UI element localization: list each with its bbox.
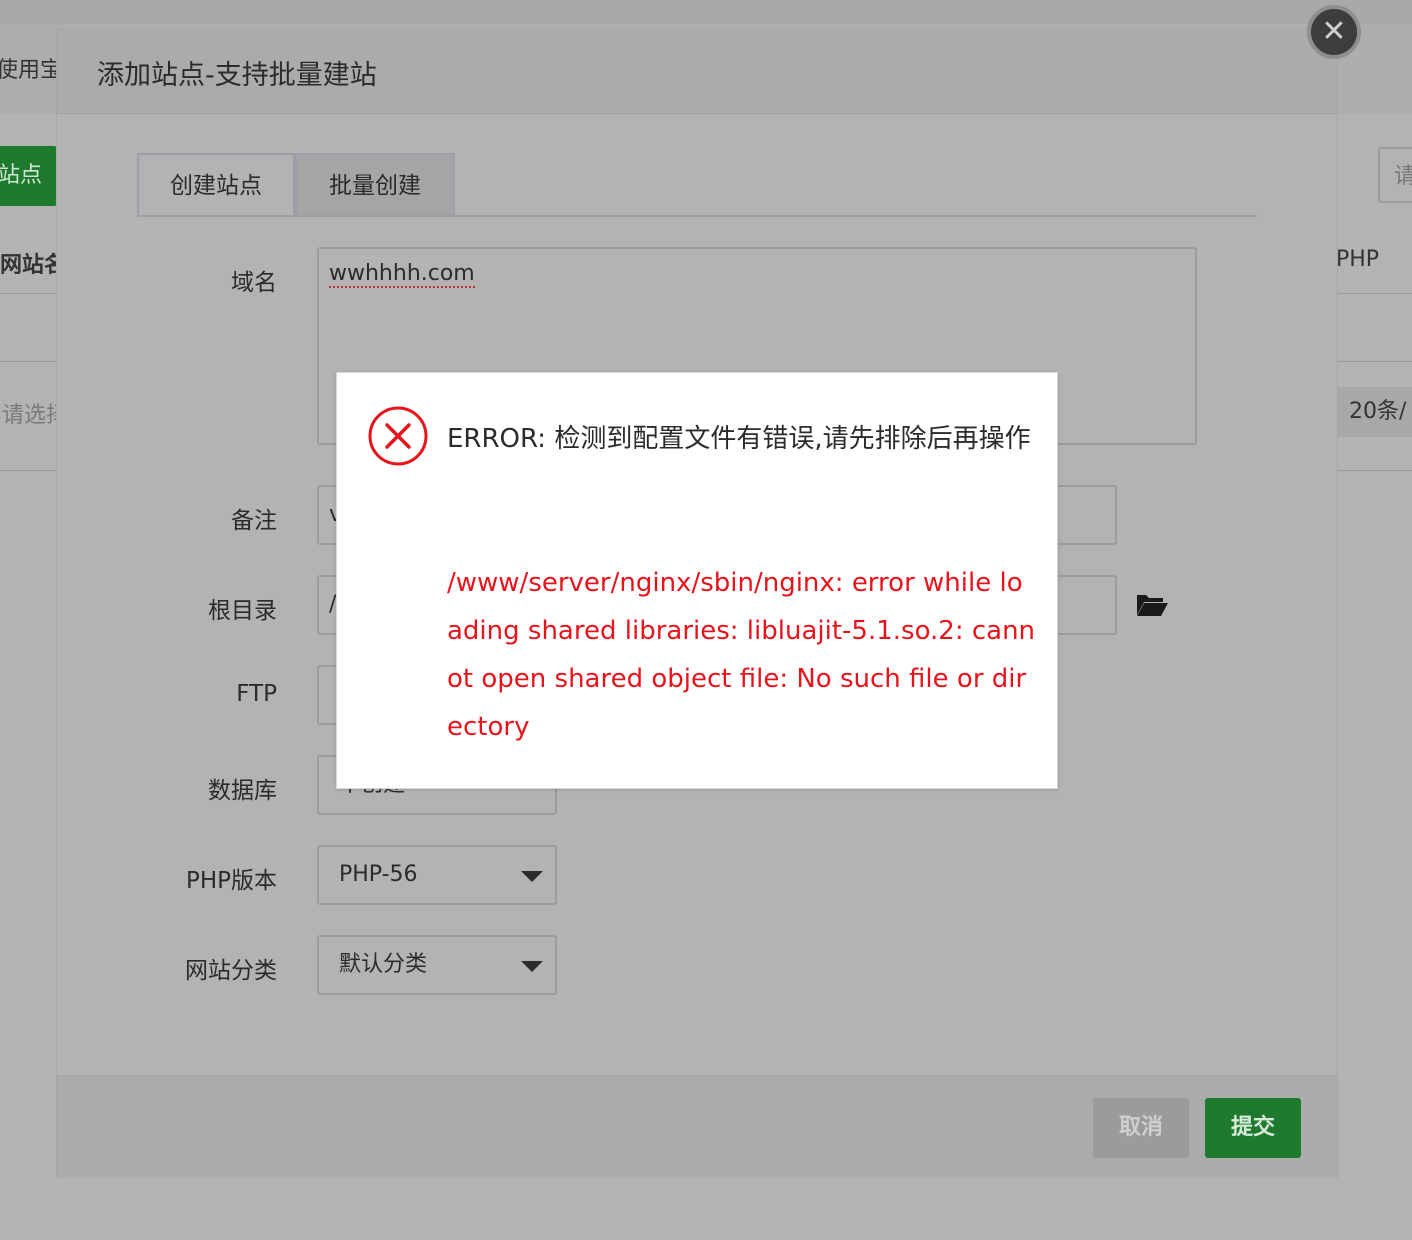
submit-button[interactable]: 提交 [1205, 1098, 1301, 1158]
folder-open-icon[interactable] [1135, 591, 1169, 617]
background-partial-text: 使用宝 [0, 58, 63, 83]
tab-create-site[interactable]: 创建站点 [137, 153, 295, 217]
database-label: 数据库 [208, 778, 277, 804]
tab-bar: 创建站点 批量创建 [137, 153, 1257, 217]
error-detail: /www/server/nginx/sbin/nginx: error whil… [447, 568, 1036, 742]
background-add-site-button[interactable]: 站点 [0, 146, 57, 206]
modal-footer: 取消 提交 [57, 1075, 1337, 1178]
ftp-label: FTP [236, 681, 277, 707]
background-page-size[interactable]: 20条/ [1337, 387, 1412, 437]
site-category-select[interactable]: 默认分类 [317, 935, 557, 995]
php-version-value: PHP-56 [339, 862, 418, 887]
root-dir-label: 根目录 [208, 598, 277, 624]
error-message: ERROR: 检测到配置文件有错误,请先排除后再操作 [447, 424, 1031, 454]
background-search-input[interactable]: 请 [1378, 147, 1412, 203]
error-dialog: ERROR: 检测到配置文件有错误,请先排除后再操作 /www/server/n… [336, 372, 1058, 789]
chevron-down-icon [521, 961, 543, 972]
modal-header: 添加站点-支持批量建站 [57, 29, 1337, 114]
close-icon[interactable]: ✕ [1307, 5, 1361, 59]
php-version-select[interactable]: PHP-56 [317, 845, 557, 905]
tab-batch-create[interactable]: 批量创建 [295, 153, 455, 215]
background-top-bar [0, 0, 1412, 25]
php-version-label: PHP版本 [185, 868, 277, 894]
domain-value: wwhhhh.com [329, 261, 475, 288]
remark-label: 备注 [231, 508, 277, 534]
site-category-value: 默认分类 [339, 952, 428, 977]
tab-divider [137, 215, 1257, 217]
site-category-label: 网站分类 [185, 958, 277, 984]
background-col-php: PHP [1336, 247, 1380, 272]
domain-label: 域名 [231, 270, 277, 296]
modal-title: 添加站点-支持批量建站 [97, 60, 377, 91]
chevron-down-icon [521, 871, 543, 882]
error-circle-icon [368, 406, 428, 466]
cancel-button[interactable]: 取消 [1093, 1098, 1189, 1158]
